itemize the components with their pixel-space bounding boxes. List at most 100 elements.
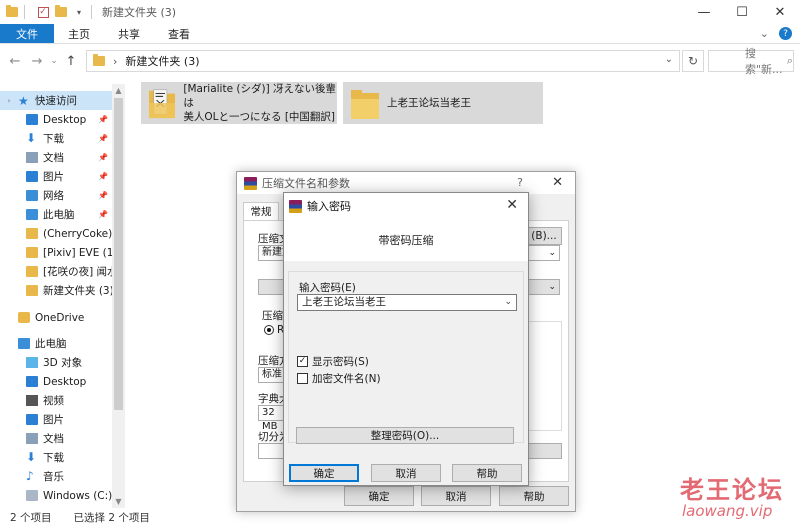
navigation-bar: ← → ⌄ ↑ › 新建文件夹 (3) ⌄ ↻ 搜索"新... ⌕ (0, 44, 800, 78)
3d-objects-icon (26, 357, 38, 368)
sidebar-item-onedrive[interactable]: OneDrive (0, 308, 112, 327)
ok-button[interactable]: 确定 (344, 486, 414, 506)
organize-passwords-button[interactable]: 整理密码(O)... (296, 427, 514, 444)
sidebar-item-folder[interactable]: (CherryCoke) C (0, 224, 112, 243)
breadcrumb-current[interactable]: 新建文件夹 (3) (125, 53, 199, 69)
close-icon[interactable]: ✕ (552, 175, 563, 190)
sidebar-item-desktop-pc[interactable]: Desktop (0, 372, 112, 391)
close-icon[interactable]: ✕ (506, 197, 518, 213)
close-button[interactable]: ✕ (760, 0, 800, 24)
folder-icon (26, 266, 38, 277)
tab-file[interactable]: 文件 (0, 24, 54, 43)
help-button[interactable]: 帮助 (499, 486, 569, 506)
sidebar-item-downloads-pc[interactable]: ⬇ 下载 (0, 448, 112, 467)
show-password-checkbox[interactable]: ✓ 显示密码(S) (297, 354, 369, 369)
ribbon-expand-icon[interactable]: ⌄ (760, 27, 769, 40)
help-icon[interactable]: ? (517, 176, 523, 189)
sidebar-item-network[interactable]: 网络 📌 (0, 186, 112, 205)
sidebar-item-label: (CherryCoke) C (43, 227, 112, 240)
expand-icon[interactable]: › (0, 97, 18, 105)
refresh-button[interactable]: ↻ (682, 50, 704, 72)
back-button[interactable]: ← (4, 54, 26, 69)
folder-icon (351, 90, 379, 119)
tab-general[interactable]: 常规 (243, 202, 279, 220)
chevron-down-icon: ⌄ (548, 282, 556, 292)
radio-icon (264, 325, 274, 335)
sidebar-item-videos[interactable]: 视频 (0, 391, 112, 410)
sidebar-item-3d-objects[interactable]: 3D 对象 (0, 353, 112, 372)
address-dropdown-icon[interactable]: ⌄ (665, 54, 673, 65)
help-button[interactable]: 帮助 (452, 464, 522, 482)
sidebar-item-drive-c[interactable]: Windows (C:) (0, 486, 112, 505)
sidebar-item-label: 下载 (43, 452, 64, 464)
sidebar-scrollbar[interactable]: ▲ ▼ (112, 84, 125, 508)
quick-access-dropdown-icon[interactable]: ▾ (73, 6, 85, 18)
window-title: 新建文件夹 (3) (102, 6, 177, 19)
address-bar[interactable]: › 新建文件夹 (3) ⌄ (86, 50, 680, 72)
download-icon: ⬇ (26, 131, 37, 145)
sidebar-item-this-pc[interactable]: 此电脑 (0, 334, 112, 353)
sidebar-item-pictures[interactable]: 图片 📌 (0, 167, 112, 186)
forward-button[interactable]: → (26, 54, 48, 69)
download-icon: ⬇ (26, 450, 37, 464)
cancel-button[interactable]: 取消 (421, 486, 491, 506)
drive-icon (26, 490, 38, 501)
sidebar-item-desktop[interactable]: Desktop 📌 (0, 110, 112, 129)
sidebar-item-this-pc-pinned[interactable]: 此电脑 📌 (0, 205, 112, 224)
divider (24, 5, 25, 19)
scroll-up-icon[interactable]: ▲ (112, 86, 125, 95)
sidebar-item-folder[interactable]: 新建文件夹 (3) (0, 281, 112, 300)
tab-view[interactable]: 查看 (154, 24, 204, 43)
sidebar-item-label: 文档 (43, 152, 64, 164)
tab-home[interactable]: 主页 (54, 24, 104, 43)
scrollbar-thumb[interactable] (114, 98, 123, 410)
sidebar-item-folder[interactable]: [Pixiv] EVE (194 (0, 243, 112, 262)
sidebar-item-label: 图片 (43, 414, 64, 426)
tab-share[interactable]: 共享 (104, 24, 154, 43)
search-placeholder: 搜索"新... (745, 47, 783, 76)
folder-thumbnail-icon (149, 89, 176, 119)
minimize-button[interactable]: — (684, 0, 724, 24)
sidebar-item-pictures-pc[interactable]: 图片 (0, 410, 112, 429)
file-name-line: 美人OLと一つになる [中国翻訳] (183, 111, 336, 123)
encrypt-filenames-checkbox[interactable]: 加密文件名(N) (297, 371, 381, 386)
network-icon (26, 190, 38, 201)
sidebar-item-documents[interactable]: 文档 📌 (0, 148, 112, 167)
sidebar-item-label: Windows (C:) (43, 489, 112, 502)
sidebar-item-downloads[interactable]: ⬇ 下载 📌 (0, 129, 112, 148)
new-folder-icon[interactable] (55, 5, 67, 18)
sidebar-item-label: 图片 (43, 171, 64, 183)
file-item[interactable]: 上老王论坛当老王 (343, 82, 543, 124)
options-group (524, 321, 562, 431)
sidebar-item-music[interactable]: ♪ 音乐 (0, 467, 112, 486)
folder-icon (26, 228, 38, 239)
sidebar-item-label: 文档 (43, 433, 64, 445)
computer-icon (26, 209, 38, 220)
split-unit-select[interactable] (526, 443, 562, 459)
sidebar-item-quick-access[interactable]: › ★ 快速访问 (0, 91, 112, 110)
recent-locations-button[interactable]: ⌄ (48, 56, 60, 66)
help-icon[interactable]: ? (779, 27, 792, 40)
pin-icon: 📌 (98, 191, 108, 200)
file-name: 上老王论坛当老王 (387, 97, 471, 109)
scroll-down-icon[interactable]: ▼ (112, 497, 125, 506)
ribbon-tabs: 文件 主页 共享 查看 ⌄ ? (0, 24, 800, 44)
password-input[interactable]: 上老王论坛当老王 ⌄ (297, 294, 517, 311)
sidebar-item-label: 网络 (43, 190, 64, 202)
cancel-button[interactable]: 取消 (371, 464, 441, 482)
file-name-line: [Marialite (シダ)] 冴えない後輩は (183, 83, 337, 109)
maximize-button[interactable]: ☐ (722, 0, 762, 24)
search-input[interactable]: 搜索"新... ⌕ (708, 47, 794, 76)
file-item[interactable]: [Marialite (シダ)] 冴えない後輩は 美人OLと一つになる [中国翻… (141, 82, 337, 124)
password-label: 输入密码(E) (299, 282, 356, 294)
browse-button[interactable]: (B)... (526, 227, 562, 245)
chevron-down-icon: ⌄ (548, 248, 556, 258)
chevron-down-icon[interactable]: ⌄ (504, 295, 512, 310)
pin-icon: 📌 (98, 172, 108, 181)
sidebar-item-folder[interactable]: [花咲の夜] 闻水≡ (0, 262, 112, 281)
properties-icon[interactable]: ✓ (37, 6, 49, 18)
sidebar-item-documents-pc[interactable]: 文档 (0, 429, 112, 448)
ok-button[interactable]: 确定 (289, 464, 359, 482)
password-dialog-title: 输入密码 (307, 200, 351, 213)
up-button[interactable]: ↑ (60, 54, 82, 69)
